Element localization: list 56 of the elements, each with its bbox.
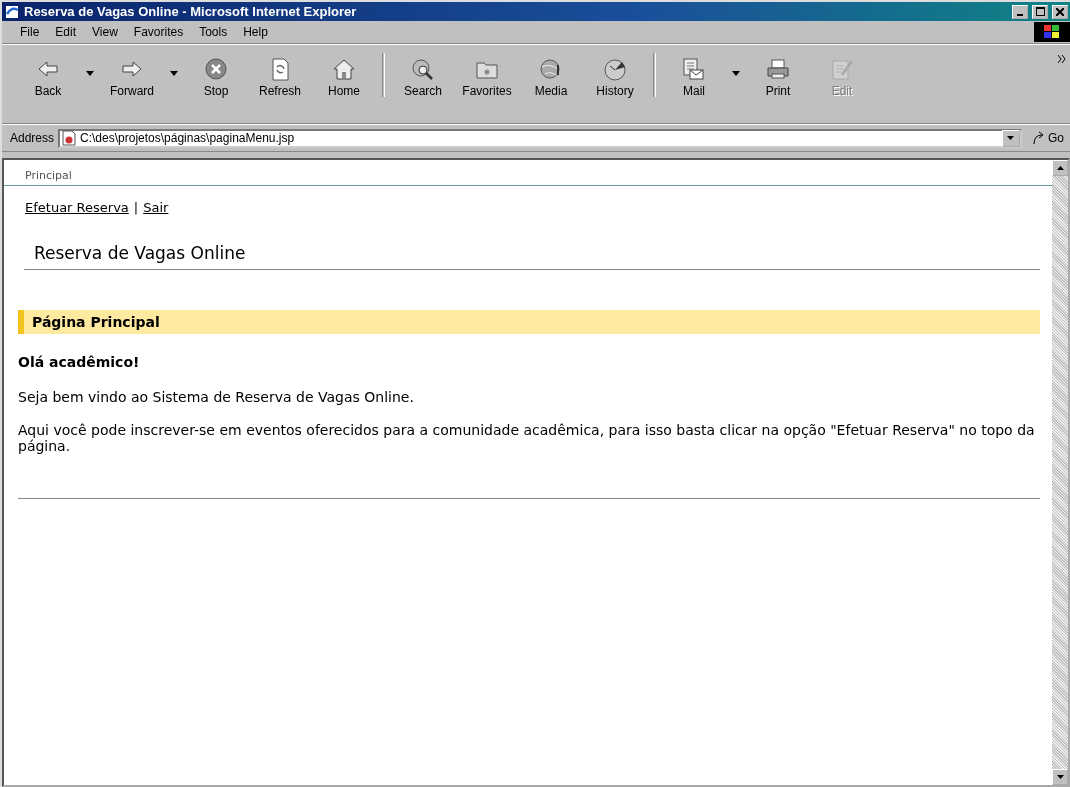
go-button[interactable]: Go [1026,131,1070,145]
menu-item[interactable]: Edit [47,23,85,41]
toolbar-button[interactable]: Media [519,51,583,103]
toolbar-button[interactable]: Mail [662,51,726,103]
toolbar-button[interactable]: History [583,51,647,103]
toolbar-button[interactable]: Back [16,51,80,103]
toolbar-button[interactable]: Favorites [455,51,519,103]
menu-item[interactable]: View [84,23,126,41]
address-input[interactable]: C:\des\projetos\páginas\paginaMenu.jsp [80,131,998,145]
down-arrow-icon [1056,775,1064,779]
nav-link[interactable]: Efetuar Reserva [25,200,129,215]
caret-icon [1007,136,1015,140]
menu-item[interactable]: File [12,23,48,41]
paragraph: Aqui você pode inscrever-se em eventos oferecidos para a comunidade acadêmica, para isso basta clicar na opção "Efetuar Reserva" no topo da página. [18,423,1036,455]
close-button[interactable] [1052,4,1068,19]
nav-link[interactable]: Sair [143,200,169,215]
dropdown-button[interactable] [1002,129,1020,147]
go-arrow-icon [1032,131,1046,145]
menu-item[interactable]: Help [235,23,276,41]
mail-icon [681,56,707,81]
menu-item[interactable]: Tools [191,23,236,41]
greeting: Olá acadêmico! [18,354,141,370]
address-label: Address [10,131,55,145]
breadcrumb[interactable]: Principal [25,169,72,182]
minimize-button[interactable] [1012,4,1028,19]
caret-icon[interactable] [170,71,178,76]
maximize-button[interactable] [1032,4,1048,19]
link-separator: | [133,200,139,215]
section-header: Página Principal [18,310,1040,334]
caret-icon[interactable] [86,71,94,76]
minimize-icon [1017,13,1023,16]
toolbar-button[interactable]: Forward [100,51,164,103]
printer-icon [765,56,791,81]
toolbar-button[interactable]: Refresh [248,51,312,103]
clock-icon [602,56,628,81]
window-title: Reserva de Vagas Online - Microsoft Internet Explorer [24,4,358,19]
scroll-up-button[interactable] [1052,160,1068,176]
up-arrow-icon [1056,166,1064,170]
stop-icon [203,56,229,81]
menu-item[interactable]: Favorites [125,23,192,41]
toolbar-button[interactable]: Stop [184,51,248,103]
toolbar-button[interactable]: Search [391,51,455,103]
maximize-icon [1035,7,1045,16]
page-icon [62,130,77,146]
page-title: Reserva de Vagas Online [34,243,246,263]
chevron-icon[interactable] [1058,55,1066,63]
browser-icon [4,3,20,20]
scroll-down-button[interactable] [1052,769,1068,785]
toolbar-button[interactable]: Print [746,51,810,103]
caret-icon[interactable] [732,71,740,76]
paragraph: Seja bem vindo ao Sistema de Reserva de Vagas Online. [18,390,415,406]
scrollbar[interactable] [1052,160,1068,785]
windows-logo-icon [1034,22,1070,42]
address-field[interactable]: C:\des\projetos\páginas\paginaMenu.jsp [58,128,1022,148]
toolbar-button[interactable]: Home [312,51,376,103]
close-icon [1056,7,1064,16]
